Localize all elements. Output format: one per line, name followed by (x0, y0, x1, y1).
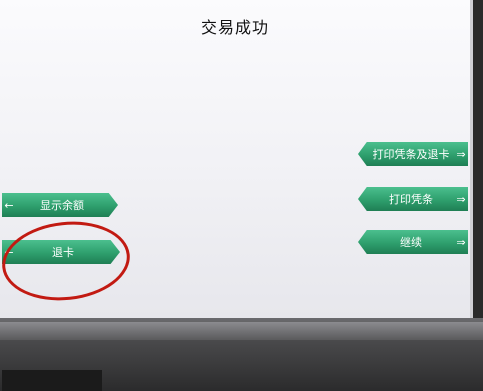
atm-screen: 交易成功 ← 显示余额 ← 退卡 打印凭条及退卡 ⇒ 打印凭条 ⇒ 继续 ⇒ (0, 0, 473, 318)
right-arrow-icon: ⇒ (456, 192, 466, 206)
print-receipt-label: 打印凭条 (389, 193, 433, 206)
print-receipt-button[interactable]: 打印凭条 ⇒ (358, 187, 468, 211)
watermark-sticker (2, 370, 102, 391)
continue-button[interactable]: 继续 ⇒ (358, 230, 468, 254)
page-title: 交易成功 (200, 18, 269, 37)
bezel-frame (0, 322, 483, 340)
show-balance-button[interactable]: ← 显示余额 (2, 193, 118, 217)
red-annotation-circle (0, 215, 134, 307)
show-balance-label: 显示余额 (40, 199, 84, 212)
continue-label: 继续 (400, 236, 422, 249)
right-arrow-icon: ⇒ (456, 147, 466, 161)
print-receipt-and-exit-button[interactable]: 打印凭条及退卡 ⇒ (358, 142, 468, 166)
left-arrow-icon: ← (4, 198, 14, 212)
right-arrow-icon: ⇒ (456, 235, 466, 249)
print-receipt-and-exit-label: 打印凭条及退卡 (372, 148, 450, 161)
